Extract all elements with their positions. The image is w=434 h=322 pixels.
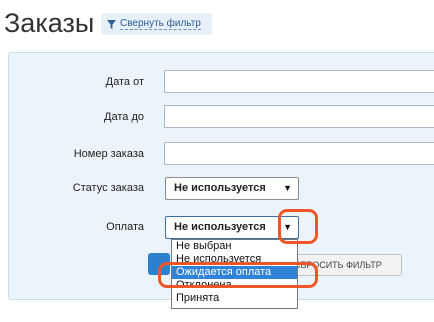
dropdown-option[interactable]: Отклонена	[172, 279, 297, 292]
order-number-input[interactable]	[164, 142, 434, 165]
payment-value: Не используется	[174, 221, 266, 233]
dropdown-option[interactable]: Не выбран	[172, 240, 297, 253]
reset-filter-label: СБРОСИТЬ ФИЛЬТР	[294, 260, 382, 270]
order-number-label: Номер заказа	[73, 148, 144, 160]
date-to-input[interactable]	[164, 105, 434, 128]
date-to-label: Дата до	[104, 111, 144, 123]
dropdown-option[interactable]: Не используется	[172, 253, 297, 266]
reset-filter-button[interactable]: СБРОСИТЬ ФИЛЬТР	[284, 254, 402, 276]
order-status-label: Статус заказа	[72, 182, 144, 194]
date-from-label: Дата от	[105, 76, 144, 88]
chevron-down-icon[interactable]: ▼	[283, 217, 292, 238]
search-button[interactable]	[148, 253, 170, 275]
dropdown-option[interactable]: Принята	[172, 292, 297, 305]
payment-label: Оплата	[106, 221, 144, 233]
page-title: Заказы	[4, 8, 95, 38]
collapse-filter-label: Свернуть фильтр	[120, 18, 201, 30]
collapse-filter-button[interactable]: Свернуть фильтр	[101, 13, 212, 35]
filter-funnel-icon	[107, 19, 116, 29]
order-status-select[interactable]: Не используется ▼	[165, 177, 299, 200]
chevron-down-icon[interactable]: ▼	[283, 178, 292, 199]
dropdown-option-highlighted[interactable]: Ожидается оплата	[172, 266, 297, 279]
payment-select[interactable]: Не используется ▼	[165, 216, 299, 239]
order-status-value: Не используется	[174, 182, 266, 194]
date-from-input[interactable]	[164, 70, 434, 93]
payment-dropdown-list: Не выбран Не используется Ожидается опла…	[171, 239, 298, 309]
